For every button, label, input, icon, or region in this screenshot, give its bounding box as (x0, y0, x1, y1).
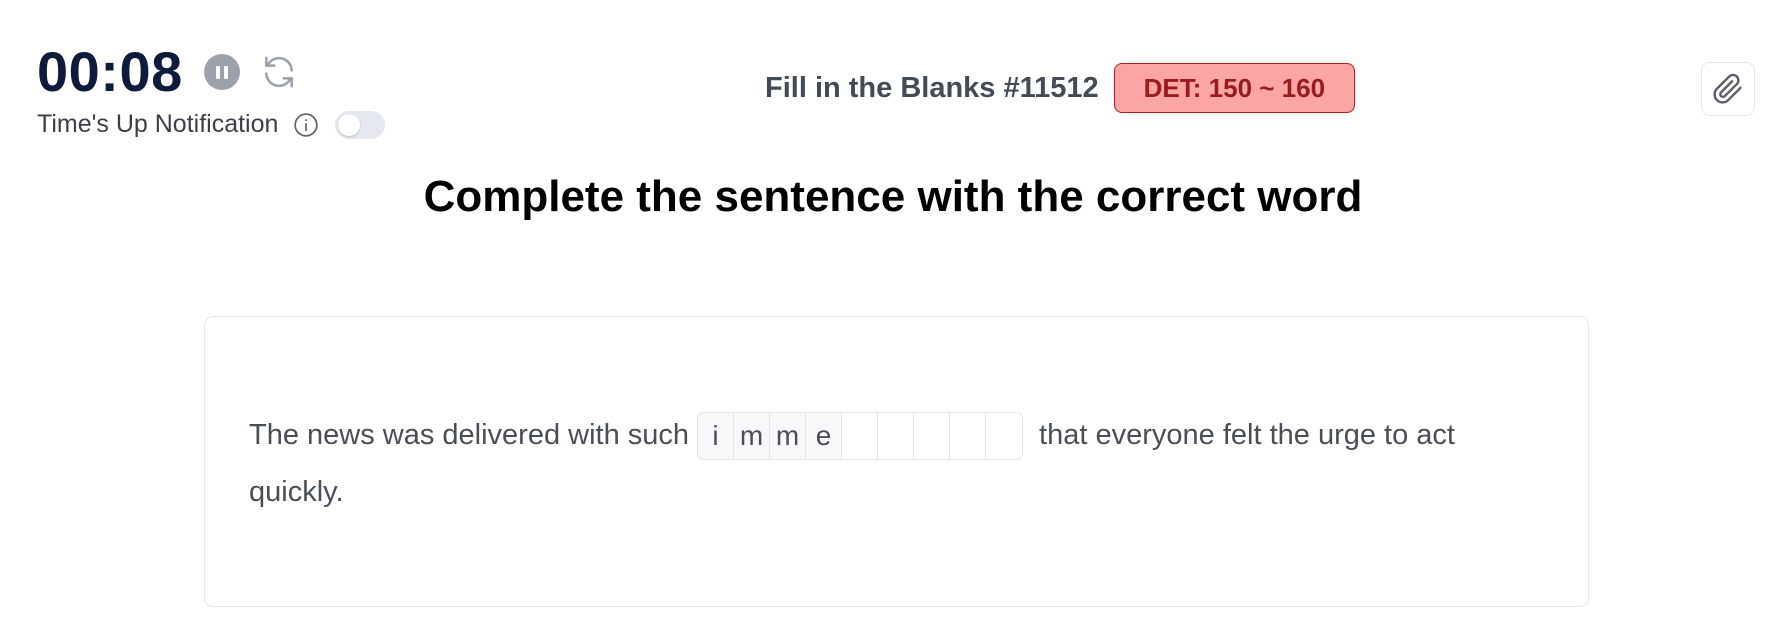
blank-letter-cell[interactable]: m (734, 412, 771, 459)
det-score-badge: DET: 150 ~ 160 (1113, 63, 1356, 113)
paperclip-icon (1713, 73, 1742, 104)
blank-letter-cell[interactable]: e (806, 412, 843, 459)
pause-icon (215, 65, 220, 79)
blank-letter-cell[interactable] (842, 412, 879, 459)
sentence-line-2: quickly. (249, 464, 1539, 521)
question-sentence: The news was delivered with such imme th… (249, 407, 1539, 521)
blank-letter-cell[interactable] (950, 412, 987, 459)
blank-letter-cell[interactable] (914, 412, 951, 459)
reset-timer-button[interactable] (258, 51, 300, 93)
refresh-icon (264, 56, 293, 88)
word-blank[interactable]: imme (697, 411, 1024, 460)
notification-row: Time's Up Notification (37, 110, 386, 139)
sentence-line-1: The news was delivered with such imme th… (249, 407, 1539, 464)
sentence-before-text: The news was delivered with such (249, 419, 690, 451)
exam-title: Fill in the Blanks #11512 (765, 71, 1099, 104)
blank-letter-cell[interactable] (878, 412, 915, 459)
attach-button[interactable] (1701, 62, 1755, 116)
blank-letter-cell[interactable] (986, 413, 1022, 459)
sentence-end-text: quickly. (249, 476, 344, 508)
toggle-knob (338, 113, 361, 136)
timer-panel: 00:08 Time's Up Notification (37, 38, 386, 139)
notification-toggle[interactable] (335, 110, 386, 139)
timer-row: 00:08 (37, 38, 385, 106)
pause-button[interactable] (203, 54, 240, 90)
sentence-after-text: that everyone felt the urge to act (1039, 419, 1455, 451)
blank-letter-cell[interactable]: i (698, 412, 735, 459)
timer-display: 00:08 (37, 40, 183, 103)
blank-letter-cell[interactable]: m (770, 412, 807, 459)
info-icon[interactable] (292, 111, 320, 139)
pause-icon-bar (223, 65, 228, 79)
exam-header: Fill in the Blanks #11512 DET: 150 ~ 160 (765, 63, 1356, 113)
notification-label: Time's Up Notification (37, 110, 279, 138)
question-card: The news was delivered with such imme th… (204, 316, 1589, 607)
instruction-heading: Complete the sentence with the correct w… (423, 172, 1363, 221)
